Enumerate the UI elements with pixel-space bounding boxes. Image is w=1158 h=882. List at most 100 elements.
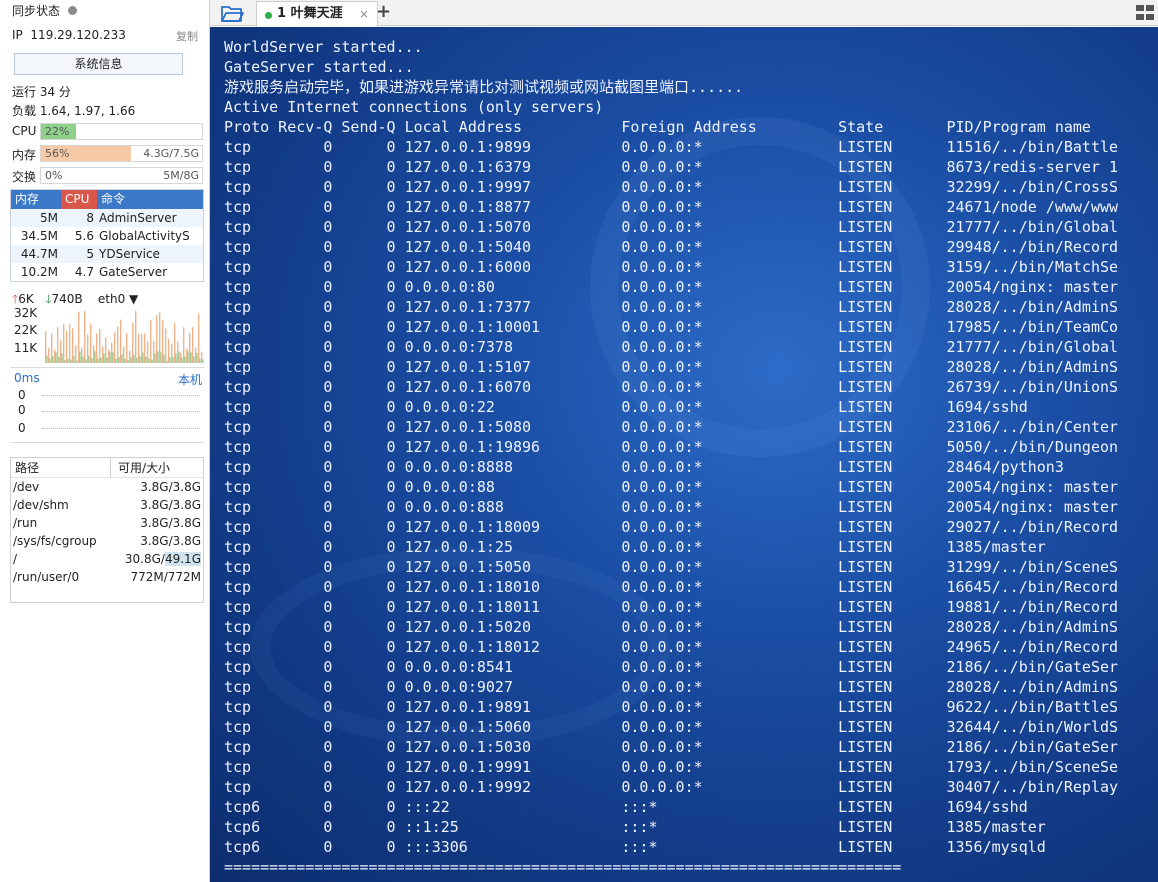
disk-row[interactable]: / 30.8G/49.1G xyxy=(11,550,203,568)
traffic-bar-upload xyxy=(78,311,80,363)
disk-row[interactable]: /run/user/0 772M/772M xyxy=(11,568,203,586)
traffic-bar-upload xyxy=(123,347,125,363)
process-cpu: 5 xyxy=(86,247,94,261)
traffic-bar-upload xyxy=(96,333,98,363)
traffic-bar-upload xyxy=(87,334,89,363)
traffic-bar-download xyxy=(61,353,63,363)
ip-value: 119.29.120.233 xyxy=(30,28,126,42)
disk-header-size[interactable]: 可用/大小 xyxy=(111,458,170,477)
process-row[interactable]: 10.2M 4.7 GateServer xyxy=(11,263,203,281)
traffic-bar-upload xyxy=(141,333,143,363)
traffic-bar-download xyxy=(157,351,159,363)
traffic-bar-upload xyxy=(99,328,101,363)
process-command: AdminServer xyxy=(99,211,177,225)
traffic-bar-upload xyxy=(159,312,161,363)
traffic-bar-upload xyxy=(138,333,140,363)
process-header-command[interactable]: 命令 xyxy=(97,190,203,209)
cpu-percent: 22% xyxy=(45,125,70,138)
network-traffic-graph xyxy=(45,310,204,363)
process-row[interactable]: 34.5M 5.6 GlobalActivityS xyxy=(11,227,203,245)
ping-gridline xyxy=(42,411,200,412)
traffic-bar-download xyxy=(193,356,195,363)
disk-row[interactable]: /dev 3.8G/3.8G xyxy=(11,478,203,496)
network-interface-select[interactable]: eth0 ▼ xyxy=(98,292,138,306)
traffic-bar-download xyxy=(124,358,126,363)
process-command: GateServer xyxy=(99,265,168,279)
connected-status-icon xyxy=(265,12,272,19)
swap-meter: 0% 5M/8G xyxy=(40,167,203,184)
disk-row[interactable]: /dev/shm 3.8G/3.8G xyxy=(11,496,203,514)
terminal-line: tcp 0 0 127.0.0.1:25 0.0.0.0:* LISTEN 13… xyxy=(224,538,1046,556)
disk-row[interactable]: /sys/fs/cgroup 3.8G/3.8G xyxy=(11,532,203,550)
system-info-button[interactable]: 系统信息 xyxy=(14,53,183,75)
process-header-memory[interactable]: 内存 xyxy=(11,190,61,209)
terminal-line: tcp 0 0 127.0.0.1:9991 0.0.0.0:* LISTEN … xyxy=(224,758,1119,776)
ping-value: 0 xyxy=(18,403,26,417)
traffic-bar-upload xyxy=(132,323,134,363)
tab-session-1[interactable]: 1 叶舞天涯 × xyxy=(256,1,378,27)
terminal-output[interactable]: WorldServer started... GateServer started… xyxy=(210,27,1158,882)
traffic-bar-upload xyxy=(201,351,203,363)
layout-grid-icon[interactable] xyxy=(1136,5,1154,20)
traffic-bar-download xyxy=(76,360,78,363)
traffic-bar-download xyxy=(175,353,177,363)
process-table: 内存 CPU 命令 5M 8 AdminServer 34.5M 5.6 Glo… xyxy=(10,189,204,282)
traffic-bar-download xyxy=(115,358,117,363)
disk-table-header: 路径 可用/大小 xyxy=(11,458,203,478)
memory-used: 4.3G/7.5G xyxy=(143,147,199,160)
download-rate: 740B xyxy=(51,292,83,306)
swap-percent: 0% xyxy=(45,169,63,182)
traffic-bar-upload xyxy=(144,333,146,363)
terminal-line: tcp 0 0 127.0.0.1:6379 0.0.0.0:* LISTEN … xyxy=(224,158,1119,176)
open-folder-icon[interactable] xyxy=(220,3,244,23)
traffic-bar-download xyxy=(154,353,156,363)
process-cpu: 5.6 xyxy=(74,229,94,243)
traffic-bar-download xyxy=(169,357,171,363)
process-cpu: 4.7 xyxy=(74,265,94,279)
terminal-line: ========================================… xyxy=(224,858,902,876)
terminal-line: tcp 0 0 127.0.0.1:5060 0.0.0.0:* LISTEN … xyxy=(224,718,1119,736)
traffic-bar-download xyxy=(142,352,144,363)
load-average-text: 负载 1.64, 1.97, 1.66 xyxy=(12,104,136,118)
tab-title: 1 叶舞天涯 xyxy=(277,6,343,21)
disk-size: 3.8G/3.8G xyxy=(140,480,201,494)
traffic-bar-upload xyxy=(48,347,50,363)
process-header-cpu[interactable]: CPU xyxy=(61,190,97,209)
traffic-bar-download xyxy=(55,352,57,363)
traffic-bar-upload xyxy=(177,341,179,363)
process-row[interactable]: 44.7M 5 YDService xyxy=(11,245,203,263)
upload-rate: 6K xyxy=(18,292,34,306)
disk-size: 30.8G/49.1G xyxy=(121,550,203,568)
ping-target[interactable]: 本机 xyxy=(178,371,202,388)
chevron-down-icon: ▼ xyxy=(129,292,139,306)
traffic-bar-download xyxy=(166,360,168,363)
network-axis-label: 22K xyxy=(14,323,38,337)
traffic-bar-download xyxy=(121,354,123,363)
disk-path: /run/user/0 xyxy=(13,570,80,584)
terminal-line: tcp 0 0 127.0.0.1:5107 0.0.0.0:* LISTEN … xyxy=(224,358,1119,376)
close-icon[interactable]: × xyxy=(359,2,369,26)
terminal-line: tcp 0 0 0.0.0.0:8888 0.0.0.0:* LISTEN 28… xyxy=(224,458,1064,476)
cpu-meter: 22% xyxy=(40,123,203,140)
traffic-bar-upload xyxy=(72,328,74,363)
traffic-bar-download xyxy=(118,356,120,363)
terminal-line: tcp 0 0 127.0.0.1:18010 0.0.0.0:* LISTEN… xyxy=(224,578,1119,596)
ping-panel: 0ms 本机 0 0 0 xyxy=(10,367,204,443)
traffic-bar-upload xyxy=(57,327,59,363)
traffic-bar-upload xyxy=(186,349,188,363)
disk-header-path[interactable]: 路径 xyxy=(11,458,111,477)
disk-row[interactable]: /run 3.8G/3.8G xyxy=(11,514,203,532)
traffic-bar-download xyxy=(97,358,99,363)
traffic-bar-download xyxy=(151,359,153,363)
sync-status-label: 同步状态 xyxy=(12,4,61,18)
traffic-bar-upload xyxy=(147,341,149,363)
add-tab-button[interactable]: + xyxy=(376,1,391,23)
terminal-line: tcp 0 0 0.0.0.0:80 0.0.0.0:* LISTEN 2005… xyxy=(224,278,1119,296)
traffic-bar-upload xyxy=(69,323,71,363)
traffic-bar-upload xyxy=(195,347,197,363)
traffic-bar-download xyxy=(49,358,51,363)
traffic-bar-download xyxy=(91,358,93,363)
process-row[interactable]: 5M 8 AdminServer xyxy=(11,209,203,227)
disk-size: 3.8G/3.8G xyxy=(140,534,201,548)
copy-ip-button[interactable]: 复制 xyxy=(176,28,198,44)
